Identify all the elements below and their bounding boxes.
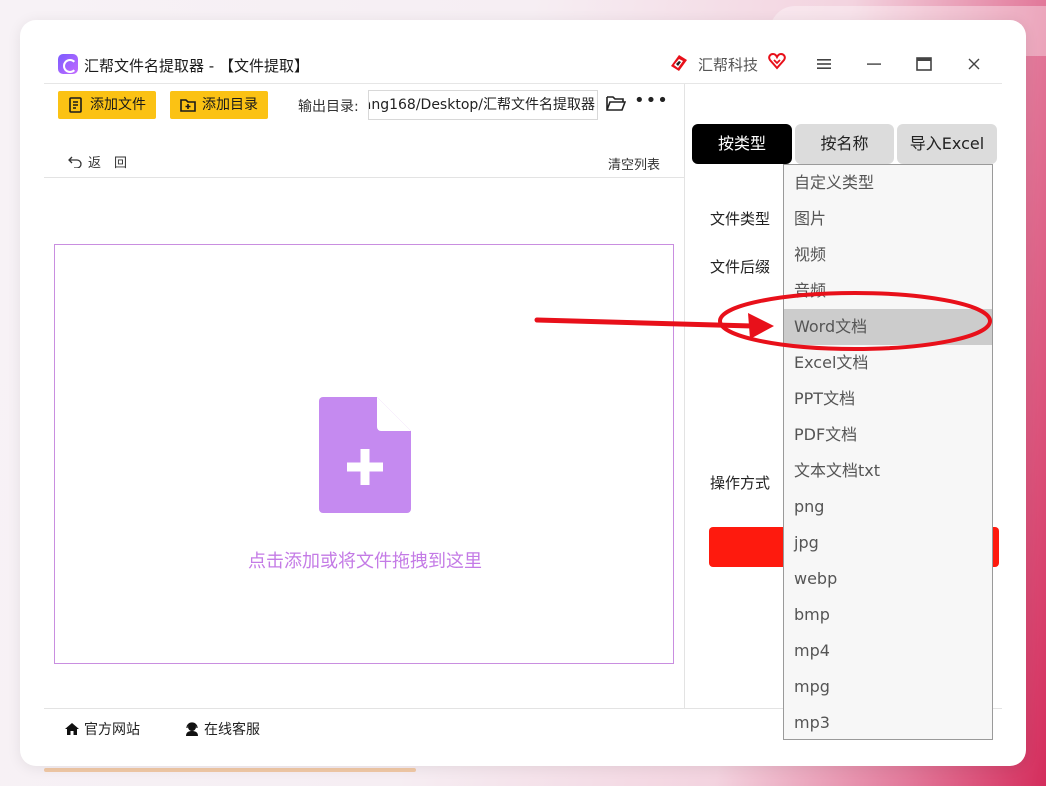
menu-icon[interactable]: [810, 50, 838, 78]
output-directory-field[interactable]: ang168/Desktop/汇帮文件名提取器: [368, 90, 598, 120]
app-title: 汇帮文件名提取器 - 【文件提取】: [84, 57, 309, 75]
dropdown-option[interactable]: webp: [784, 561, 992, 597]
undo-icon: [68, 156, 82, 169]
add-file-button[interactable]: 添加文件: [58, 91, 156, 119]
official-site-link[interactable]: 官方网站: [64, 719, 140, 739]
add-file-label: 添加文件: [90, 97, 146, 113]
folder-open-icon[interactable]: [606, 94, 626, 112]
minimize-icon[interactable]: [860, 50, 888, 78]
tab-import-excel[interactable]: 导入Excel: [897, 124, 997, 164]
heart-icon: [768, 52, 786, 70]
file-type-dropdown-list[interactable]: 自定义类型 图片 视频 音频 Word文档 Excel文档 PPT文档 PDF文…: [783, 164, 993, 740]
back-button[interactable]: 返 回: [68, 152, 127, 171]
dropdown-option[interactable]: mp3: [784, 705, 992, 741]
file-suffix-label: 文件后缀: [710, 258, 771, 276]
output-directory-label: 输出目录:: [298, 99, 359, 115]
dropdown-option[interactable]: 视频: [784, 237, 992, 273]
brand-icon: [671, 55, 687, 71]
drop-hint: 点击添加或将文件拖拽到这里: [248, 551, 482, 572]
dropdown-option[interactable]: PPT文档: [784, 381, 992, 417]
maximize-icon[interactable]: [910, 50, 938, 78]
dropdown-option-selected[interactable]: Word文档: [784, 309, 992, 345]
title-bar: 汇帮文件名提取器 - 【文件提取】 汇帮科技: [44, 44, 1002, 84]
file-type-label: 文件类型: [710, 210, 771, 228]
add-document-icon: [319, 397, 411, 513]
add-folder-icon: [180, 99, 196, 112]
dropdown-option[interactable]: 文本文档txt: [784, 453, 992, 489]
official-site-label: 官方网站: [84, 722, 140, 738]
online-service-label: 在线客服: [204, 722, 260, 738]
app-logo-icon: [58, 54, 78, 74]
dropdown-option[interactable]: Excel文档: [784, 345, 992, 381]
dropdown-option[interactable]: png: [784, 489, 992, 525]
dropdown-option[interactable]: 图片: [784, 201, 992, 237]
add-file-icon: [69, 97, 82, 113]
dropdown-option[interactable]: 自定义类型: [784, 165, 992, 201]
background-line: [44, 768, 416, 772]
dropdown-option[interactable]: jpg: [784, 525, 992, 561]
output-directory-value: ang168/Desktop/汇帮文件名提取器: [368, 97, 595, 113]
headset-icon: [186, 722, 198, 736]
add-directory-button[interactable]: 添加目录: [170, 91, 268, 119]
close-icon[interactable]: [960, 50, 988, 78]
dropdown-option[interactable]: mp4: [784, 633, 992, 669]
home-icon: [65, 723, 79, 735]
back-label: 返 回: [88, 156, 128, 171]
divider: [44, 177, 684, 178]
dropdown-option[interactable]: PDF文档: [784, 417, 992, 453]
clear-list-button[interactable]: 清空列表: [608, 154, 660, 173]
dropdown-option[interactable]: 音频: [784, 273, 992, 309]
dropdown-option[interactable]: mpg: [784, 669, 992, 705]
file-drop-zone[interactable]: 点击添加或将文件拖拽到这里: [54, 244, 674, 664]
operation-label: 操作方式: [710, 474, 771, 492]
dropdown-option[interactable]: bmp: [784, 597, 992, 633]
brand-name: 汇帮科技: [698, 56, 759, 74]
more-icon[interactable]: •••: [634, 90, 669, 111]
add-directory-label: 添加目录: [202, 97, 258, 113]
online-service-link[interactable]: 在线客服: [184, 719, 260, 739]
tab-by-type[interactable]: 按类型: [692, 124, 792, 164]
tab-by-name[interactable]: 按名称: [795, 124, 894, 164]
